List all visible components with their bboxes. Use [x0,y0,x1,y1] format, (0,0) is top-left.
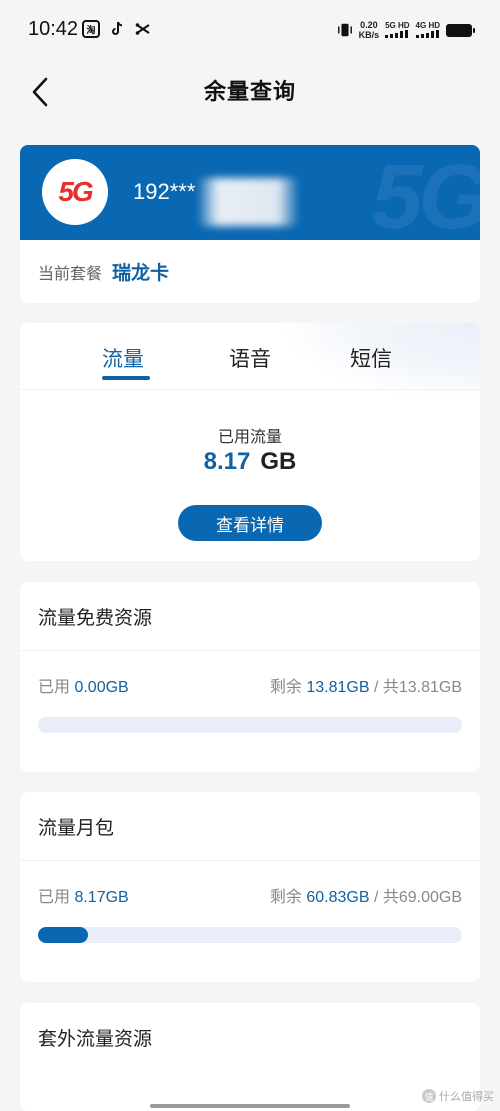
current-plan-row: 当前套餐 瑞龙卡 [20,240,480,303]
plan-banner: 5G 5G 192*** [20,145,480,240]
usage-card: 流量 语音 短信 已用流量 8.17 GB 查看详情 [20,323,480,561]
resource-usage-row: 已用 0.00GB 剩余 13.81GB / 共13.81GB [20,651,480,699]
free-data-resource-card: 流量免费资源 已用 0.00GB 剩余 13.81GB / 共13.81GB [20,582,480,772]
used-prefix: 已用 [38,889,75,906]
signal-bars-icon [415,29,439,38]
resource-remaining: 剩余 13.81GB / 共13.81GB [270,673,462,697]
status-time: 10:42 [28,18,79,40]
used-value: 0.00GB [74,679,129,696]
sim1-signal: 5G HD [385,20,410,40]
used-data-label: 已用流量 [217,427,282,446]
watermark: 值 什么值得买 [422,1088,494,1104]
sim2-label: 4G HD [415,20,440,30]
tab-voice[interactable]: 语音 [229,343,271,373]
monthly-data-pack-card: 流量月包 已用 8.17GB 剩余 60.83GB / 共69.00GB [20,792,480,982]
used-value: 8.17GB [74,889,129,906]
notification-icons: 淘 [82,20,152,38]
scissors-icon [134,20,152,38]
overage-data-resource-card: 套外流量资源 [20,1003,480,1111]
sim1-label: 5G HD [385,20,410,30]
resource-usage-row: 已用 8.17GB 剩余 60.83GB / 共69.00GB [20,861,480,909]
nav-bar: 余量查询 [0,62,500,124]
watermark-text: 什么值得买 [439,1090,494,1103]
5g-logo: 5G [42,159,108,225]
resource-used: 已用 0.00GB [38,673,129,697]
banner-5g-watermark: 5G [371,146,480,240]
remain-value: 60.83GB [306,889,370,906]
plan-card: 5G 5G 192*** 当前套餐 瑞龙卡 [20,145,480,303]
phone-number: 192*** [133,179,196,204]
remain-prefix: 剩余 [269,889,307,906]
status-bar: 10:42 淘 0.20 KB/s 5G HD 4G HD [0,0,500,62]
privacy-mask [198,178,298,226]
vibrate-icon [337,21,353,39]
tab-sms[interactable]: 短信 [350,343,392,373]
resource-title: 流量免费资源 [20,582,480,651]
battery-icon [446,23,475,37]
current-plan-label: 当前套餐 [38,263,103,283]
view-details-button[interactable]: 查看详情 [178,505,322,541]
tab-data[interactable]: 流量 [102,343,144,373]
tiktok-icon [108,20,126,38]
usage-progress-fill [38,927,89,943]
taobao-icon: 淘 [82,20,100,38]
resource-title: 套外流量资源 [38,1027,153,1050]
status-right: 0.20 KB/s 5G HD 4G HD [337,20,475,40]
total-text: / 共69.00GB [369,889,462,906]
usage-progress-bar [38,717,462,733]
network-speed: 0.20 KB/s [359,20,380,40]
current-plan-name: 瑞龙卡 [112,262,170,284]
used-data-number: 8.17 [203,448,251,475]
resource-title: 流量月包 [20,792,480,861]
speed-unit: KB/s [358,30,380,40]
sim2-signal: 4G HD [415,20,440,40]
remain-value: 13.81GB [306,679,370,696]
remain-prefix: 剩余 [269,679,307,696]
usage-tabs: 流量 语音 短信 [20,323,480,390]
active-tab-indicator [102,376,150,380]
watermark-logo-icon: 值 [422,1089,436,1103]
home-indicator[interactable] [150,1104,350,1108]
total-text: / 共13.81GB [369,679,462,696]
speed-value: 0.20 [360,20,378,30]
resource-used: 已用 8.17GB [38,883,129,907]
signal-bars-icon [385,29,409,38]
5g-logo-text: 5G [58,176,93,207]
page-title: 余量查询 [203,80,296,105]
used-data-unit: GB [260,448,297,475]
resource-remaining: 剩余 60.83GB / 共69.00GB [270,883,462,907]
used-prefix: 已用 [38,679,75,696]
usage-progress-bar [38,927,462,943]
used-data-value: 8.17 GB [20,448,480,476]
